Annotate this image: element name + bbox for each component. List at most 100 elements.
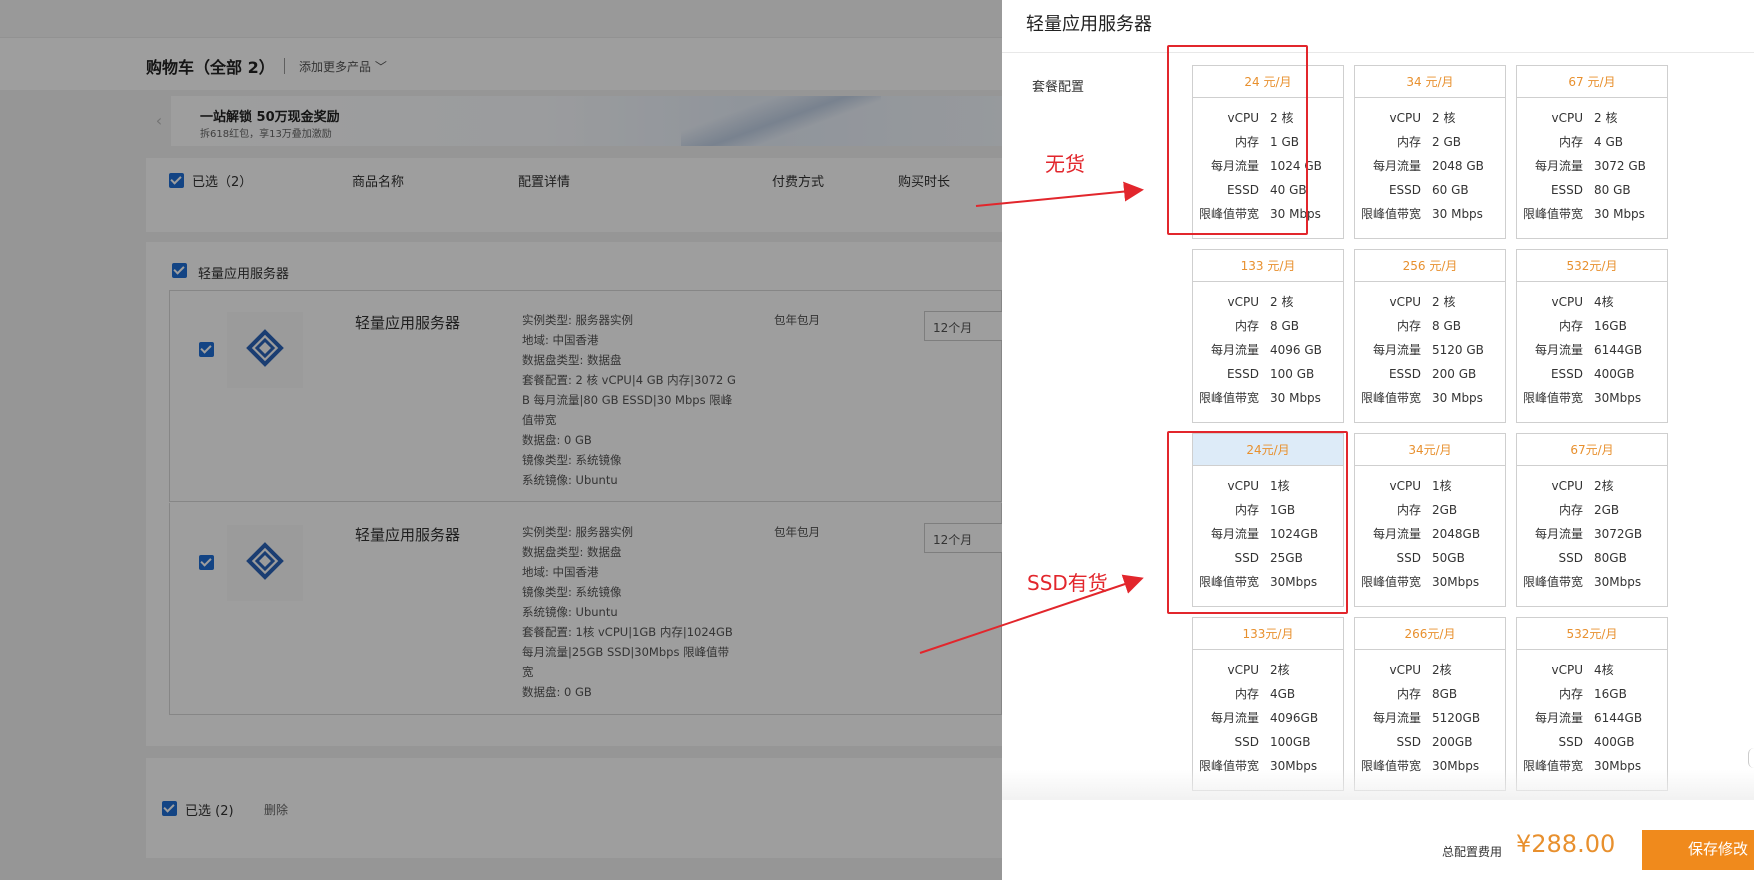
plan-price: 133 元/月: [1193, 250, 1343, 282]
plan-spec-key: vCPU: [1551, 479, 1584, 493]
plan-spec-mem: 内存 8GB: [1355, 682, 1505, 706]
plan-spec-key: vCPU: [1389, 111, 1422, 125]
plan-spec-value: 4096 GB: [1270, 343, 1322, 357]
plan-spec-key: SSD: [1558, 551, 1583, 565]
plan-spec-key: 限峰值带宽: [1522, 575, 1583, 589]
plan-spec-traffic: 每月流量 5120 GB: [1355, 338, 1505, 362]
plan-spec-key: vCPU: [1551, 663, 1584, 677]
plan-spec-mem: 内存 8 GB: [1193, 314, 1343, 338]
plan-spec-key: 每月流量: [1210, 711, 1259, 725]
plan-spec-disk: ESSD 80 GB: [1517, 178, 1667, 202]
plan-spec-value: 5120GB: [1432, 711, 1481, 725]
plan-spec-bw: 限峰值带宽 30 Mbps: [1355, 202, 1505, 226]
plan-price: 266元/月: [1355, 618, 1505, 650]
plan-spec-bw: 限峰值带宽 30Mbps: [1517, 570, 1667, 594]
plan-spec-disk: ESSD 100 GB: [1193, 362, 1343, 386]
plan-spec-key: 内存: [1234, 687, 1259, 701]
plan-spec-key: 每月流量: [1372, 343, 1421, 357]
plan-spec-key: 每月流量: [1534, 159, 1583, 173]
plan-spec-key: 每月流量: [1372, 711, 1421, 725]
annotation-ssd-in-stock: SSD有货: [1027, 571, 1108, 595]
plan-spec-key: SSD: [1396, 551, 1421, 565]
plan-spec-disk: SSD 200GB: [1355, 730, 1505, 754]
plan-spec-bw: 限峰值带宽 30Mbps: [1355, 570, 1505, 594]
plan-spec-value: 200 GB: [1432, 367, 1477, 381]
plan-spec-value: 30Mbps: [1594, 575, 1642, 589]
plan-spec-key: 内存: [1396, 503, 1421, 517]
plan-card[interactable]: 67元/月 vCPU 2核 内存 2GB 每月流量 3072GB SSD 80GB 限峰值带宽 30…: [1516, 433, 1668, 607]
plan-spec-value: 2048GB: [1432, 527, 1481, 541]
plan-specs: vCPU 2核 内存 4GB 每月流量 4096GB SSD 100GB 限峰值带宽 30Mbps: [1193, 650, 1343, 778]
plan-spec-vcpu: vCPU 4核: [1517, 290, 1667, 314]
annotation-out-of-stock: 无货: [1045, 152, 1085, 176]
plan-spec-disk: SSD 80GB: [1517, 546, 1667, 570]
plan-spec-value: 30 Mbps: [1432, 207, 1483, 221]
plan-spec-disk: SSD 50GB: [1355, 546, 1505, 570]
plan-spec-vcpu: vCPU 4核: [1517, 658, 1667, 682]
plan-spec-bw: 限峰值带宽 30 Mbps: [1517, 202, 1667, 226]
plan-spec-value: 50GB: [1432, 551, 1465, 565]
plan-spec-value: 2 GB: [1432, 135, 1461, 149]
modal-overlay[interactable]: [0, 0, 1002, 880]
scrollbar[interactable]: [1748, 748, 1754, 768]
plan-spec-mem: 内存 2GB: [1517, 498, 1667, 522]
plan-spec-disk: ESSD 60 GB: [1355, 178, 1505, 202]
plan-spec-vcpu: vCPU 2 核: [1193, 290, 1343, 314]
plan-specs: vCPU 1核 内存 2GB 每月流量 2048GB SSD 50GB 限峰值带宽 30Mbps: [1355, 466, 1505, 594]
plan-spec-traffic: 每月流量 2048GB: [1355, 522, 1505, 546]
plan-spec-value: 16GB: [1594, 687, 1627, 701]
plan-card[interactable]: 67 元/月 vCPU 2 核内存 4 GB 每月流量 3072 GB ESSD 80 GB 限…: [1516, 65, 1668, 239]
plan-spec-bw: 限峰值带宽 30 Mbps: [1355, 386, 1505, 410]
plan-spec-key: 内存: [1558, 135, 1583, 149]
plan-spec-value: 2核: [1432, 663, 1452, 677]
plan-spec-key: SSD: [1558, 735, 1583, 749]
plan-spec-value: 100GB: [1270, 735, 1311, 749]
plan-spec-traffic: 每月流量 3072 GB: [1517, 154, 1667, 178]
plan-spec-key: vCPU: [1227, 663, 1260, 677]
plan-spec-value: 400GB: [1594, 367, 1635, 381]
plan-spec-value: 4核: [1594, 663, 1614, 677]
plan-spec-key: vCPU: [1227, 295, 1260, 309]
plan-card[interactable]: 532元/月 vCPU 4核 内存 16GB 每月流量 6144GB ESSD 400GB 限峰值…: [1516, 249, 1668, 423]
plan-price: 67元/月: [1517, 434, 1667, 466]
plan-spec-vcpu: vCPU 2核: [1355, 658, 1505, 682]
plan-spec-key: 内存: [1396, 135, 1421, 149]
plan-card[interactable]: 532元/月 vCPU 4核 内存 16GB 每月流量 6144GB SSD 400GB 限峰值带…: [1516, 617, 1668, 791]
plan-spec-key: 限峰值带宽: [1198, 391, 1259, 405]
plan-spec-value: 2 核: [1270, 295, 1294, 309]
plan-spec-mem: 内存 4GB: [1193, 682, 1343, 706]
plan-price: 256 元/月: [1355, 250, 1505, 282]
plan-spec-traffic: 每月流量 6144GB: [1517, 338, 1667, 362]
plan-spec-key: 限峰值带宽: [1360, 575, 1421, 589]
cart-page: 购物车（全部 2） 添加更多产品 ﹀ ‹ 一站解锁 50万现金奖励 拆618红包…: [0, 0, 1002, 880]
plan-spec-mem: 内存 16GB: [1517, 314, 1667, 338]
plan-spec-key: 限峰值带宽: [1360, 207, 1421, 221]
plan-card[interactable]: 256 元/月 vCPU 2 核内存 8 GB 每月流量 5120 GB ESSD 200 G…: [1354, 249, 1506, 423]
plan-spec-bw: 限峰值带宽 30Mbps: [1517, 386, 1667, 410]
plan-card[interactable]: 133元/月 vCPU 2核 内存 4GB 每月流量 4096GB SSD 100GB 限峰值带宽…: [1192, 617, 1344, 791]
plan-spec-value: 8GB: [1432, 687, 1458, 701]
plan-spec-traffic: 每月流量 4096GB: [1193, 706, 1343, 730]
plan-spec-value: 80GB: [1594, 551, 1627, 565]
plan-price: 532元/月: [1517, 250, 1667, 282]
plan-spec-key: 内存: [1558, 319, 1583, 333]
plan-card[interactable]: 34 元/月 vCPU 2 核内存 2 GB 每月流量 2048 GB ESSD 60 GB 限…: [1354, 65, 1506, 239]
plan-spec-value: 4核: [1594, 295, 1614, 309]
plan-card[interactable]: 34元/月 vCPU 1核 内存 2GB 每月流量 2048GB SSD 50GB 限峰值带宽 30…: [1354, 433, 1506, 607]
save-changes-button[interactable]: 保存修改: [1642, 830, 1754, 870]
plan-card[interactable]: 266元/月 vCPU 2核 内存 8GB 每月流量 5120GB SSD 200GB 限峰值带宽…: [1354, 617, 1506, 791]
plan-spec-key: ESSD: [1550, 183, 1583, 197]
plan-spec-value: 5120 GB: [1432, 343, 1484, 357]
plan-card[interactable]: 133 元/月 vCPU 2 核内存 8 GB 每月流量 4096 GB ESSD 100 G…: [1192, 249, 1344, 423]
plan-spec-value: 4GB: [1270, 687, 1296, 701]
plan-spec-disk: ESSD 200 GB: [1355, 362, 1505, 386]
plan-spec-value: 30Mbps: [1594, 391, 1642, 405]
plan-spec-value: 60 GB: [1432, 183, 1469, 197]
plan-spec-value: 2 核: [1432, 295, 1456, 309]
plan-spec-key: vCPU: [1551, 295, 1584, 309]
plan-spec-key: ESSD: [1226, 367, 1259, 381]
total-cost-label: 总配置费用: [1442, 845, 1503, 859]
plan-spec-value: 3072GB: [1594, 527, 1643, 541]
plan-spec-key: vCPU: [1389, 663, 1422, 677]
plan-spec-vcpu: vCPU 2 核: [1517, 106, 1667, 130]
